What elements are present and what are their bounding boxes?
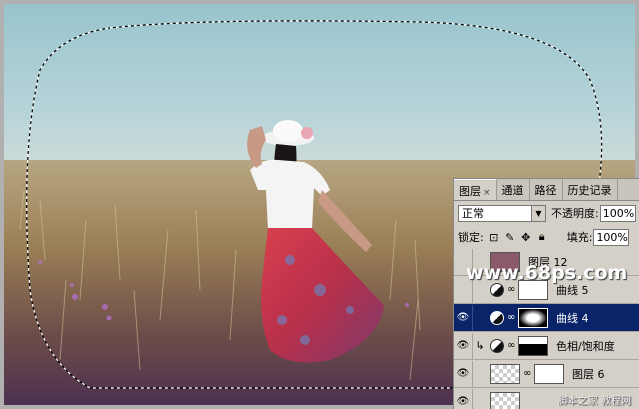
layer-row-selected[interactable]: 👁︎ ∞ 曲线 4: [454, 304, 639, 332]
adjustment-icon: [490, 338, 504, 353]
eye-icon[interactable]: 👁︎: [454, 304, 473, 331]
lock-pixels-icon[interactable]: ✎: [503, 230, 517, 244]
lock-all-icon[interactable]: 🔒︎: [535, 230, 549, 244]
lock-label: 锁定:: [458, 231, 484, 244]
lock-transparent-icon[interactable]: ⊡: [487, 230, 501, 244]
watermark-cn: 脚本之家 教程网: [557, 396, 631, 407]
opacity-label: 不透明度:: [551, 207, 599, 220]
watermark-site: www.68ps.com: [466, 262, 628, 284]
lock-row: 锁定: ⊡ ✎ ✥ 🔒︎ 填充: 100%: [454, 225, 639, 249]
fill-input[interactable]: 100%: [593, 228, 630, 246]
layer-thumbnail: [490, 363, 520, 384]
lock-position-icon[interactable]: ✥: [519, 230, 533, 244]
blend-mode-select[interactable]: 正常 ▼: [458, 204, 546, 222]
layer-name: 图层 6: [572, 367, 605, 381]
tab-layers[interactable]: 图层 ×: [454, 179, 497, 200]
adjustment-icon: [490, 282, 504, 297]
clip-arrow-icon: ↳: [475, 339, 485, 352]
mask-thumbnail: [518, 335, 548, 356]
fill-label: 填充:: [566, 231, 593, 244]
tab-history[interactable]: 历史记录: [563, 179, 618, 200]
eye-icon[interactable]: 👁︎: [454, 388, 473, 409]
opacity-input[interactable]: 100%: [599, 204, 636, 222]
close-icon[interactable]: ×: [483, 188, 491, 198]
layer-name: 色相/饱和度: [556, 339, 615, 353]
eye-icon[interactable]: 👁︎: [454, 332, 473, 359]
chevron-down-icon: ▼: [531, 205, 545, 221]
adjustment-icon: [490, 310, 504, 325]
layer-row[interactable]: 👁︎ ∞ 图层 6: [454, 360, 639, 388]
photoshop-canvas[interactable]: www.68ps.com 脚本之家 教程网 图层 × 通道 路径 历史记录 正常 …: [0, 0, 639, 409]
tab-channels[interactable]: 通道: [497, 179, 530, 200]
link-icon[interactable]: ∞: [507, 340, 515, 351]
panel-tabs: 图层 × 通道 路径 历史记录: [454, 179, 639, 201]
mask-thumbnail: [518, 307, 548, 328]
eye-icon[interactable]: 👁︎: [454, 360, 473, 387]
tab-paths[interactable]: 路径: [530, 179, 563, 200]
tab-label: 图层: [459, 185, 481, 198]
blend-row: 正常 ▼ 不透明度: 100%: [454, 201, 639, 225]
layers-panel: 图层 × 通道 路径 历史记录 正常 ▼ 不透明度: 100% 锁定: ⊡ ✎ ✥…: [453, 178, 639, 409]
layer-thumbnail: [490, 391, 520, 409]
mask-thumbnail: [534, 363, 564, 384]
link-icon[interactable]: ∞: [507, 284, 515, 295]
blend-mode-value: 正常: [462, 207, 484, 220]
layer-row[interactable]: 👁︎ ↳ ∞ 色相/饱和度: [454, 332, 639, 360]
layer-name: 曲线 4: [556, 311, 589, 325]
link-icon[interactable]: ∞: [523, 368, 531, 379]
link-icon[interactable]: ∞: [507, 312, 515, 323]
